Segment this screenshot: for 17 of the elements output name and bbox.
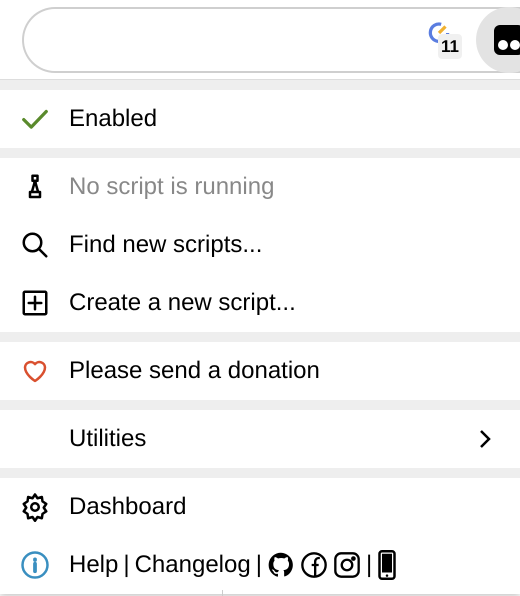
chevron-right-icon bbox=[478, 428, 492, 450]
separator: | bbox=[123, 550, 130, 580]
separator: | bbox=[256, 550, 262, 580]
count-badge: 11 bbox=[438, 34, 462, 59]
facebook-icon[interactable] bbox=[300, 551, 328, 579]
plus-square-icon bbox=[20, 288, 50, 318]
phone-icon[interactable] bbox=[377, 550, 398, 580]
separator: | bbox=[366, 550, 372, 580]
instagram-icon[interactable] bbox=[332, 551, 361, 579]
footer-link[interactable]: Help bbox=[69, 547, 118, 583]
settings-icon bbox=[20, 492, 50, 522]
search-icon bbox=[20, 230, 50, 260]
info-icon bbox=[20, 550, 50, 580]
footer-link[interactable]: Changelog bbox=[134, 547, 251, 583]
address-bar[interactable]: 11 bbox=[22, 6, 520, 72]
two-dots-icon bbox=[494, 24, 520, 54]
github-icon[interactable] bbox=[266, 551, 295, 579]
